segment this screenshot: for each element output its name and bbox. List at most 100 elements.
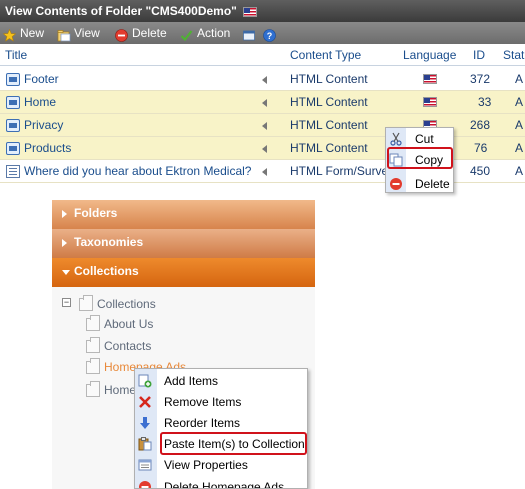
- folder-icon: [86, 315, 100, 331]
- help-icon: ?: [263, 27, 276, 42]
- row-title[interactable]: Products: [24, 137, 71, 160]
- properties-icon: [138, 458, 152, 472]
- remove-items-label: Remove Items: [164, 395, 242, 409]
- reorder-arrow-icon: [138, 416, 152, 430]
- row-status: A: [515, 141, 524, 155]
- view-button[interactable]: View: [57, 22, 100, 44]
- row-content-type: HTML Form/Survey: [290, 164, 395, 178]
- folder-icon: [86, 337, 100, 353]
- row-title[interactable]: Home: [24, 91, 56, 114]
- remove-x-icon: [138, 395, 152, 409]
- column-content-type[interactable]: Content Type: [290, 44, 361, 66]
- row-id: 268: [470, 118, 491, 132]
- add-items-menu-item[interactable]: Add Items: [135, 371, 307, 391]
- expand-arrow-icon: [62, 239, 67, 247]
- us-flag-icon: [242, 6, 257, 17]
- remove-items-menu-item[interactable]: Remove Items: [135, 392, 307, 412]
- new-button[interactable]: New: [2, 22, 45, 44]
- delete-menu-item[interactable]: Delete: [386, 174, 453, 194]
- collapse-arrow-icon: [62, 270, 70, 275]
- row-menu-arrow-icon[interactable]: [262, 99, 267, 107]
- form-survey-icon: [6, 165, 20, 178]
- folder-icon: [79, 295, 93, 311]
- column-title[interactable]: Title: [5, 44, 27, 66]
- tree-item-label: Contacts: [104, 339, 152, 353]
- window-titlebar: View Contents of Folder "CMS400Demo": [0, 0, 525, 22]
- svg-text:?: ?: [267, 31, 273, 41]
- row-content-type: HTML Content: [290, 72, 368, 86]
- scissors-icon: [389, 132, 403, 146]
- row-id: 450: [470, 164, 491, 178]
- row-status: A: [515, 118, 524, 132]
- export-button[interactable]: [243, 22, 260, 44]
- row-content-type: HTML Content: [290, 95, 368, 109]
- row-id: 76: [474, 141, 488, 155]
- view-properties-menu-item[interactable]: View Properties: [135, 455, 307, 475]
- paste-icon: [138, 437, 152, 451]
- row-menu-arrow-icon[interactable]: [262, 168, 267, 176]
- collections-accordion[interactable]: Collections: [52, 258, 315, 287]
- row-content-type: HTML Content: [290, 118, 368, 132]
- row-id: 33: [478, 95, 492, 109]
- html-content-icon: [6, 96, 20, 109]
- row-title[interactable]: Privacy: [24, 114, 63, 137]
- row-title[interactable]: Where did you hear about Ektron Medical?: [24, 160, 251, 183]
- delete-collection-menu-item[interactable]: Delete Homepage Ads: [135, 477, 307, 489]
- add-items-label: Add Items: [164, 374, 219, 388]
- paste-highlight-outline: [160, 432, 307, 455]
- row-title[interactable]: Footer: [24, 68, 59, 91]
- taxonomies-accordion[interactable]: Taxonomies: [52, 229, 315, 258]
- html-content-icon: [6, 142, 20, 155]
- tree-root-label: Collections: [97, 297, 156, 311]
- delete-label: Delete: [132, 26, 167, 40]
- cut-menu-item[interactable]: Cut: [386, 129, 453, 149]
- reorder-items-label: Reorder Items: [164, 416, 241, 430]
- reorder-items-menu-item[interactable]: Reorder Items: [135, 413, 307, 433]
- html-content-icon: [6, 73, 20, 86]
- expand-arrow-icon: [62, 210, 67, 218]
- column-id[interactable]: ID: [473, 44, 485, 66]
- row-content-type: HTML Content: [290, 141, 368, 155]
- row-status: A: [515, 95, 524, 109]
- tree-item-label: About Us: [104, 317, 154, 331]
- export-icon: [243, 27, 256, 40]
- delete-label: Delete: [415, 177, 450, 191]
- delete-icon: [138, 480, 152, 488]
- delete-collection-label: Delete Homepage Ads: [164, 480, 285, 489]
- delete-button[interactable]: Delete: [115, 22, 167, 44]
- row-status: A: [515, 164, 524, 178]
- table-row[interactable]: Footer HTML Content 372 A: [0, 68, 525, 91]
- toolbar: New View Delete Action ?: [0, 22, 525, 44]
- window-title: View Contents of Folder "CMS400Demo": [5, 4, 237, 18]
- cut-label: Cut: [415, 132, 434, 146]
- column-language[interactable]: Language: [403, 44, 456, 66]
- us-flag-icon: [423, 97, 437, 107]
- row-id: 372: [470, 72, 491, 86]
- table-row[interactable]: Home HTML Content 33 A: [0, 91, 525, 114]
- collapse-tree-icon[interactable]: −: [62, 298, 71, 307]
- help-button[interactable]: ?: [263, 22, 280, 44]
- row-status: A: [515, 72, 524, 86]
- column-status[interactable]: Statu: [503, 44, 525, 66]
- checkmark-icon: [180, 27, 193, 41]
- copy-highlight-outline: [387, 147, 453, 169]
- tree-item-label: Home: [104, 383, 137, 397]
- collections-label: Collections: [74, 264, 139, 278]
- folders-accordion[interactable]: Folders: [52, 200, 315, 229]
- folders-label: Folders: [74, 206, 118, 220]
- row-menu-arrow-icon[interactable]: [262, 76, 267, 84]
- folder-icon: [86, 381, 100, 397]
- action-button[interactable]: Action: [180, 22, 230, 44]
- folder-open-icon: [57, 27, 71, 41]
- us-flag-icon: [423, 74, 437, 84]
- add-item-icon: [138, 374, 152, 388]
- row-menu-arrow-icon[interactable]: [262, 145, 267, 153]
- table-header: Title Content Type Language ID Statu: [0, 44, 525, 66]
- taxonomies-label: Taxonomies: [74, 235, 144, 249]
- star-icon: [2, 27, 17, 42]
- view-label: View: [74, 26, 100, 40]
- view-properties-label: View Properties: [164, 458, 248, 472]
- delete-icon: [115, 27, 128, 42]
- new-label: New: [20, 26, 45, 40]
- row-menu-arrow-icon[interactable]: [262, 122, 267, 130]
